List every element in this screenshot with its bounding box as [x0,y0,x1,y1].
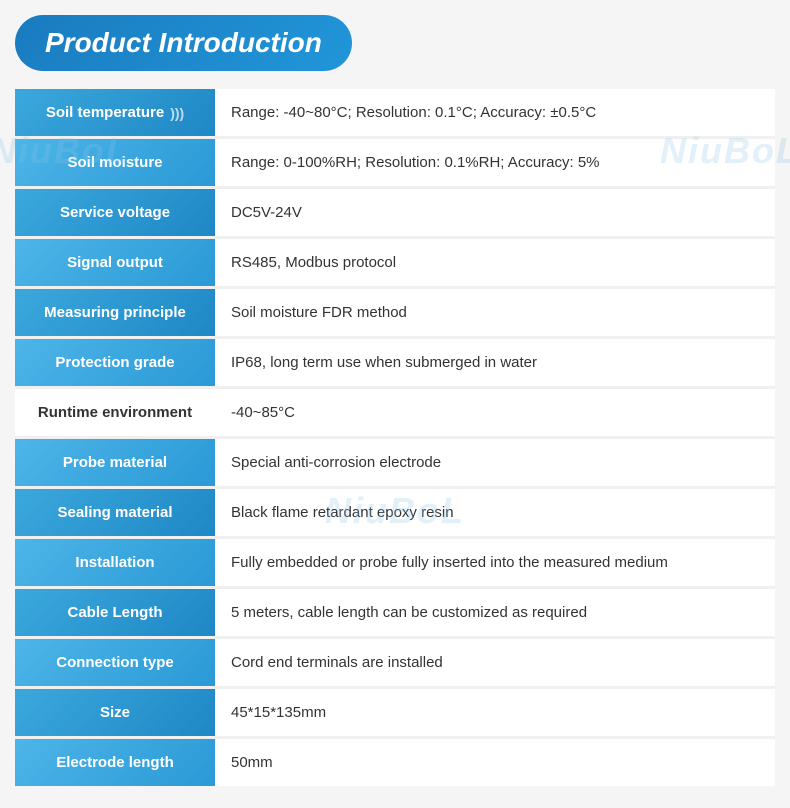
table-row: Size45*15*135mm [15,688,775,738]
value-cell: DC5V-24V [215,188,775,238]
value-cell: Black flame retardant epoxy resin [215,488,775,538]
table-row: Soil temperature ))) Range: -40~80°C; Re… [15,89,775,138]
value-cell: Range: 0-100%RH; Resolution: 0.1%RH; Acc… [215,138,775,188]
table-row: Connection typeCord end terminals are in… [15,638,775,688]
table-row: Signal outputRS485, Modbus protocol [15,238,775,288]
value-cell: Soil moisture FDR method [215,288,775,338]
table-row: Runtime environment-40~85°C [15,388,775,438]
spec-table: Soil temperature ))) Range: -40~80°C; Re… [15,89,775,786]
value-cell: 5 meters, cable length can be customized… [215,588,775,638]
value-cell: 50mm [215,738,775,787]
title-banner: Product Introduction [15,15,352,71]
label-cell: Cable Length [15,588,215,638]
table-row: Sealing materialBlack flame retardant ep… [15,488,775,538]
value-cell: IP68, long term use when submerged in wa… [215,338,775,388]
value-cell: -40~85°C [215,388,775,438]
value-cell: Range: -40~80°C; Resolution: 0.1°C; Accu… [215,89,775,138]
table-row: Probe materialSpecial anti-corrosion ele… [15,438,775,488]
table-row: Electrode length50mm [15,738,775,787]
label-cell: Electrode length [15,738,215,787]
label-cell: Connection type [15,638,215,688]
label-cell: Service voltage [15,188,215,238]
label-cell: Signal output [15,238,215,288]
wifi-icon: ))) [170,105,184,121]
label-cell: Soil temperature ))) [15,89,215,138]
value-cell: Fully embedded or probe fully inserted i… [215,538,775,588]
table-row: Soil moistureRange: 0-100%RH; Resolution… [15,138,775,188]
label-cell: Runtime environment [15,388,215,438]
label-cell: Size [15,688,215,738]
value-cell: RS485, Modbus protocol [215,238,775,288]
value-cell: Cord end terminals are installed [215,638,775,688]
table-row: Cable Length5 meters, cable length can b… [15,588,775,638]
value-cell: Special anti-corrosion electrode [215,438,775,488]
label-cell: Protection grade [15,338,215,388]
table-row: Service voltageDC5V-24V [15,188,775,238]
label-cell: Soil moisture [15,138,215,188]
label-cell: Probe material [15,438,215,488]
label-cell: Measuring principle [15,288,215,338]
value-cell: 45*15*135mm [215,688,775,738]
label-cell: Installation [15,538,215,588]
table-row: InstallationFully embedded or probe full… [15,538,775,588]
table-row: Measuring principleSoil moisture FDR met… [15,288,775,338]
table-row: Protection gradeIP68, long term use when… [15,338,775,388]
label-cell: Sealing material [15,488,215,538]
page-title: Product Introduction [45,27,322,59]
page-wrapper: NiuBoL NiuBoL NiuBoL Product Introductio… [0,0,790,808]
